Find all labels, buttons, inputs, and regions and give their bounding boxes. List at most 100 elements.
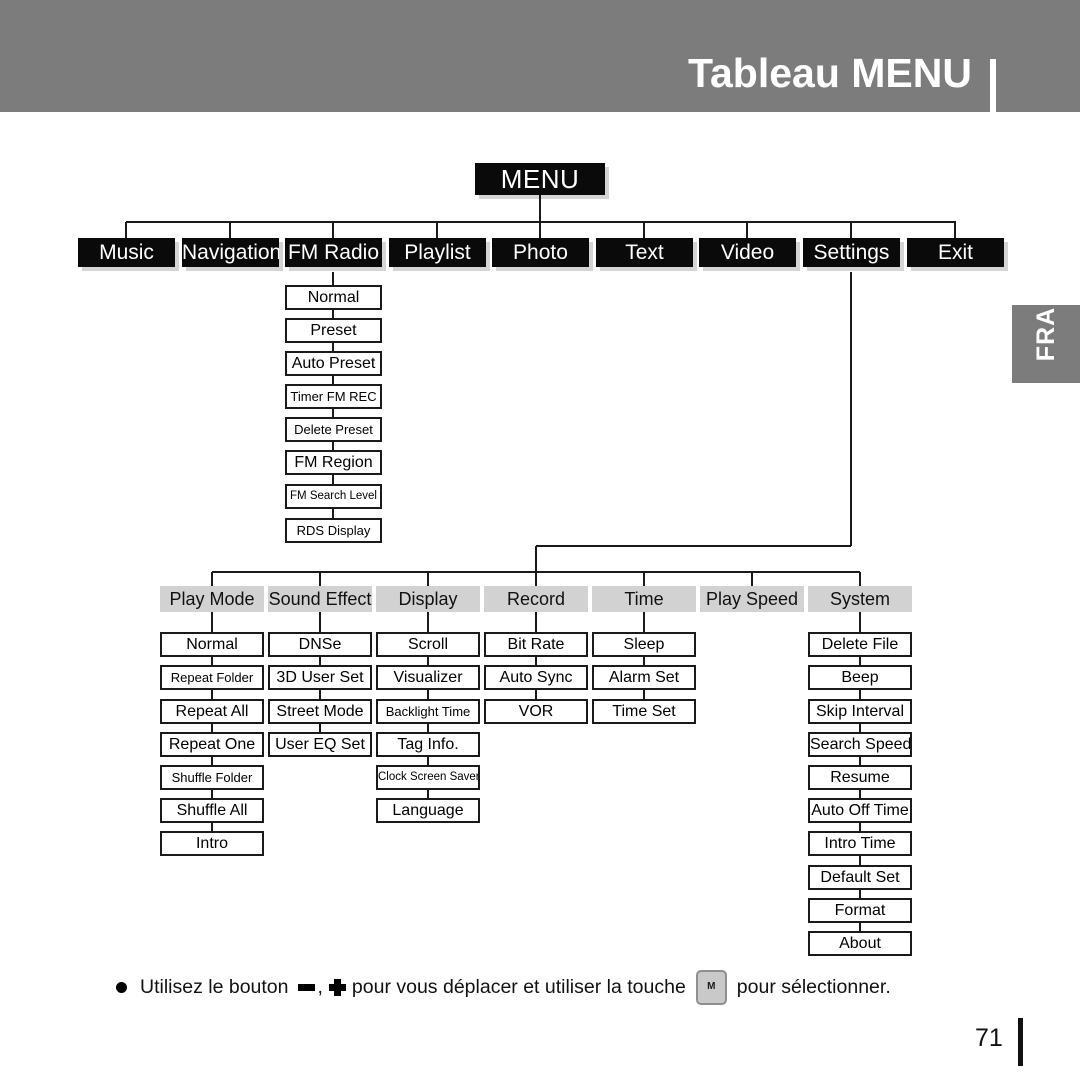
footer-text-after: pour sélectionner. — [736, 975, 891, 998]
group-play-speed[interactable]: Play Speed — [700, 586, 804, 612]
node-label: 3D User Set — [276, 669, 364, 686]
group-system[interactable]: System — [808, 586, 912, 612]
node-display-visualizer[interactable]: Visualizer — [376, 665, 480, 690]
node-label: Sleep — [623, 636, 665, 653]
node-label: Language — [392, 802, 464, 819]
node-label: Video — [720, 241, 775, 264]
node-record-auto-sync[interactable]: Auto Sync — [484, 665, 588, 690]
node-sound-effect-dnse[interactable]: DNSe — [268, 632, 372, 657]
node-fm-rds-display[interactable]: RDS Display — [285, 518, 382, 543]
node-system-about[interactable]: About — [808, 931, 912, 956]
group-play-mode[interactable]: Play Mode — [160, 586, 264, 612]
node-fm-auto-preset[interactable]: Auto Preset — [285, 351, 382, 376]
node-play-mode-normal[interactable]: Normal — [160, 632, 264, 657]
node-fm-preset[interactable]: Preset — [285, 318, 382, 343]
node-label: Skip Interval — [815, 703, 905, 720]
node-fm-search-level[interactable]: FM Search Level — [285, 484, 382, 509]
node-display-language[interactable]: Language — [376, 798, 480, 823]
node-fm-delete-preset[interactable]: Delete Preset — [285, 417, 382, 442]
node-play-mode-repeat-all[interactable]: Repeat All — [160, 699, 264, 724]
node-label: Format — [834, 902, 886, 919]
node-label: Alarm Set — [608, 669, 680, 686]
node-photo[interactable]: Photo — [492, 238, 589, 267]
node-label: Music — [99, 241, 154, 264]
node-time-sleep[interactable]: Sleep — [592, 632, 696, 657]
group-record[interactable]: Record — [484, 586, 588, 612]
group-time[interactable]: Time — [592, 586, 696, 612]
node-video[interactable]: Video — [699, 238, 796, 267]
node-play-mode-repeat-one[interactable]: Repeat One — [160, 732, 264, 757]
node-play-mode-repeat-folder[interactable]: Repeat Folder — [160, 665, 264, 690]
node-label: Default Set — [820, 869, 900, 886]
node-label: Time Set — [612, 703, 676, 720]
node-label: Bit Rate — [507, 636, 565, 653]
node-label: Auto Preset — [291, 355, 376, 372]
node-label: FM Region — [294, 454, 373, 471]
node-fm-region[interactable]: FM Region — [285, 450, 382, 475]
node-sound-effect-street-mode[interactable]: Street Mode — [268, 699, 372, 724]
node-label: About — [839, 935, 881, 952]
node-label: Search Speed — [810, 736, 912, 753]
node-system-format[interactable]: Format — [808, 898, 912, 923]
node-label: Resume — [830, 769, 890, 786]
node-display-clock-screen-saver[interactable]: Clock Screen Saver — [376, 765, 480, 790]
node-record-bit-rate[interactable]: Bit Rate — [484, 632, 588, 657]
node-display-backlight-time[interactable]: Backlight Time — [376, 699, 480, 724]
page-number-rule — [1018, 1018, 1023, 1066]
node-label: Preset — [310, 322, 357, 339]
menu-key-icon: M — [695, 969, 727, 1005]
node-label: Photo — [513, 241, 568, 264]
node-label: DNSe — [298, 636, 342, 653]
menu-tree-diagram: MENU Music Navigation FM Radio Playlist … — [0, 0, 1080, 1080]
node-label: Intro Time — [824, 835, 896, 852]
group-label: Sound Effect — [268, 589, 372, 609]
node-system-resume[interactable]: Resume — [808, 765, 912, 790]
node-label: FM Radio — [287, 241, 380, 264]
node-system-beep[interactable]: Beep — [808, 665, 912, 690]
node-music[interactable]: Music — [78, 238, 175, 267]
node-label: Visualizer — [393, 669, 463, 686]
node-system-skip-interval[interactable]: Skip Interval — [808, 699, 912, 724]
group-label: Display — [398, 589, 458, 609]
node-navigation[interactable]: Navigation — [182, 238, 279, 267]
node-label: Exit — [937, 241, 973, 264]
node-time-alarm-set[interactable]: Alarm Set — [592, 665, 696, 690]
node-time-time-set[interactable]: Time Set — [592, 699, 696, 724]
node-system-intro-time[interactable]: Intro Time — [808, 831, 912, 856]
group-display[interactable]: Display — [376, 586, 480, 612]
node-sound-effect-3d-user-set[interactable]: 3D User Set — [268, 665, 372, 690]
node-record-vor[interactable]: VOR — [484, 699, 588, 724]
node-fm-normal[interactable]: Normal — [285, 285, 382, 310]
node-display-tag-info[interactable]: Tag Info. — [376, 732, 480, 757]
node-system-default-set[interactable]: Default Set — [808, 865, 912, 890]
group-sound-effect[interactable]: Sound Effect — [268, 586, 372, 612]
node-label: Settings — [813, 241, 890, 264]
node-display-scroll[interactable]: Scroll — [376, 632, 480, 657]
node-label: Shuffle All — [176, 802, 248, 819]
node-fm-timer-fm-rec[interactable]: Timer FM REC — [285, 384, 382, 409]
node-playlist[interactable]: Playlist — [389, 238, 486, 267]
footer-comma: , — [317, 975, 323, 998]
node-label: Delete File — [821, 636, 899, 653]
node-menu-root[interactable]: MENU — [475, 163, 605, 195]
node-system-search-speed[interactable]: Search Speed — [808, 732, 912, 757]
node-label: Delete Preset — [294, 422, 373, 437]
node-label: Repeat One — [168, 736, 256, 753]
node-label: Auto Off Time — [811, 802, 909, 819]
node-label: Text — [625, 241, 664, 264]
node-sound-effect-user-eq-set[interactable]: User EQ Set — [268, 732, 372, 757]
node-settings[interactable]: Settings — [803, 238, 900, 267]
node-label: Normal — [186, 636, 238, 653]
group-label: Play Speed — [705, 589, 799, 609]
node-label: Playlist — [404, 241, 471, 264]
node-play-mode-intro[interactable]: Intro — [160, 831, 264, 856]
node-system-delete-file[interactable]: Delete File — [808, 632, 912, 657]
node-exit[interactable]: Exit — [907, 238, 1004, 267]
node-system-auto-off-time[interactable]: Auto Off Time — [808, 798, 912, 823]
node-text[interactable]: Text — [596, 238, 693, 267]
node-play-mode-shuffle-all[interactable]: Shuffle All — [160, 798, 264, 823]
node-play-mode-shuffle-folder[interactable]: Shuffle Folder — [160, 765, 264, 790]
node-label: Normal — [307, 289, 360, 306]
node-fm-radio[interactable]: FM Radio — [285, 238, 382, 267]
page-number: 71 — [975, 1024, 1003, 1052]
